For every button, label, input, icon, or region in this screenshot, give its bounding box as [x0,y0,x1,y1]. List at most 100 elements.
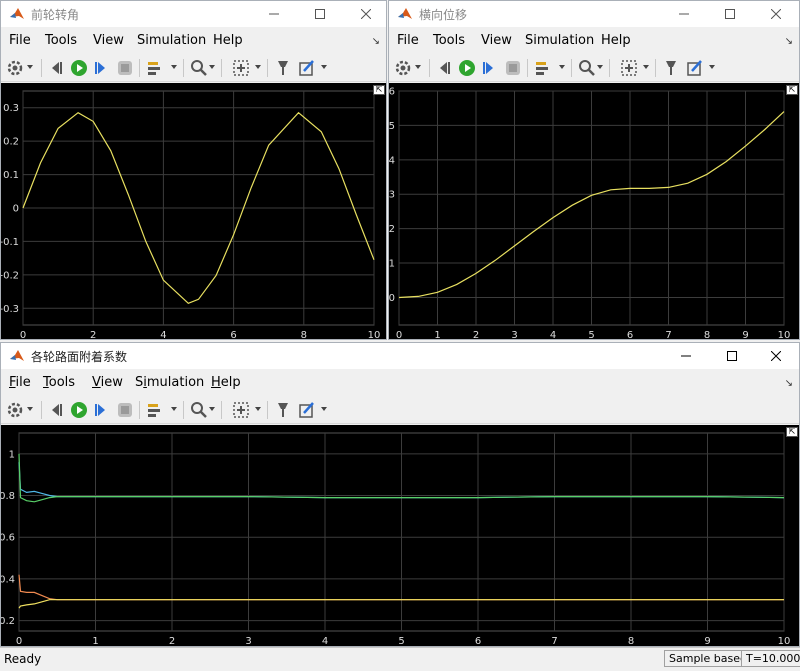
pin-button[interactable] [661,58,681,78]
dropdown-caret-icon[interactable] [255,65,261,69]
zoom-button[interactable] [189,58,209,78]
minimize-button[interactable] [661,1,707,27]
dropdown-caret-icon[interactable] [643,65,649,69]
highlight-button[interactable] [145,58,165,78]
menu-help[interactable]: Help [213,33,243,48]
dropdown-caret-icon[interactable] [209,65,215,69]
y-tick-label: 0.3 [3,103,19,114]
menu-file[interactable]: File [9,375,31,390]
zoom-button[interactable] [577,58,597,78]
configuration-button[interactable] [393,58,413,78]
step-forward-button[interactable] [479,58,499,78]
menu-help-rest: elp [220,375,241,390]
plot-area[interactable]: 0 1 2 3 4 5 6 7 8 9 10 6 5 4 3 2 1 0 ⇱ [389,83,799,340]
dropdown-caret-icon[interactable] [321,65,327,69]
dock-arrow-icon[interactable]: ↘ [372,36,380,47]
toolbar [389,55,799,82]
autoscale-button[interactable] [231,400,251,420]
stop-button[interactable] [503,58,523,78]
highlight-button[interactable] [533,58,553,78]
maximize-button[interactable] [709,343,755,369]
step-back-button[interactable] [435,58,455,78]
dropdown-caret-icon[interactable] [27,65,33,69]
step-forward-icon [95,62,105,74]
style-button[interactable] [297,400,317,420]
step-forward-button[interactable] [91,400,111,420]
plot-area[interactable]: 0 1 2 3 4 5 6 7 8 9 10 1 0.8 0.6 0.4 0.2 ⇱ [1,425,799,647]
step-back-button[interactable] [47,58,67,78]
x-tick-label: 2 [90,330,96,340]
dropdown-caret-icon[interactable] [171,65,177,69]
menu-simulation[interactable]: Simulation [137,33,206,48]
style-button[interactable] [685,58,705,78]
dropdown-caret-icon[interactable] [709,65,715,69]
x-tick-label: 10 [368,330,381,340]
menu-help[interactable]: Help [211,375,241,390]
dropdown-caret-icon[interactable] [559,65,565,69]
autoscale-button[interactable] [619,58,639,78]
highlight-button[interactable] [145,400,165,420]
x-tick-label: 3 [245,636,251,647]
undock-icon[interactable]: ⇱ [786,427,798,437]
configuration-button[interactable] [5,400,25,420]
minimize-button[interactable] [663,343,709,369]
plot-area[interactable]: 0 2 4 6 8 10 0.3 0.2 0.1 0 -0.1 -0.2 -0.3 ⇱ [1,83,386,340]
dropdown-caret-icon[interactable] [321,407,327,411]
run-button[interactable] [457,58,477,78]
autoscale-button[interactable] [231,58,251,78]
menu-view[interactable]: View [93,33,124,48]
close-button[interactable] [753,1,799,27]
menu-view-rest: iew [100,375,123,390]
autoscale-icon [233,402,249,418]
stop-button[interactable] [115,400,135,420]
menu-simulation[interactable]: Simulation [525,33,594,48]
pin-button[interactable] [273,400,293,420]
run-button[interactable] [69,58,89,78]
toolbar-separator [41,59,42,77]
maximize-button[interactable] [297,1,343,27]
configuration-button[interactable] [5,58,25,78]
dock-arrow-icon[interactable]: ↘ [785,378,793,389]
run-button[interactable] [69,400,89,420]
close-button[interactable] [753,343,799,369]
menu-tools[interactable]: Tools [45,33,77,48]
x-tick-label: 5 [588,330,594,340]
stop-button[interactable] [115,58,135,78]
menu-simulation[interactable]: Simulation [135,375,204,390]
undock-icon[interactable]: ⇱ [373,85,385,95]
menu-file[interactable]: File [9,33,31,48]
dropdown-caret-icon[interactable] [255,407,261,411]
scope-window-front-wheel: 前轮转角 File Tools View Simulation Help ↘ 0… [0,0,387,340]
close-button[interactable] [343,1,386,27]
undock-icon[interactable]: ⇱ [786,85,798,95]
dock-arrow-icon[interactable]: ↘ [785,36,793,47]
x-tick-label: 9 [704,636,710,647]
step-back-button[interactable] [47,400,67,420]
menu-tools[interactable]: Tools [43,375,75,390]
x-tick-label: 9 [742,330,748,340]
step-forward-button[interactable] [91,58,111,78]
highlight-icon [148,404,160,417]
minimize-button[interactable] [251,1,297,27]
menu-help[interactable]: Help [601,33,631,48]
title-bar[interactable]: 横向位移 [389,1,799,27]
style-button[interactable] [297,58,317,78]
menu-tools[interactable]: Tools [433,33,465,48]
title-bar[interactable]: 前轮转角 [1,1,386,27]
zoom-button[interactable] [189,400,209,420]
x-tick-label: 7 [551,636,557,647]
dropdown-caret-icon[interactable] [415,65,421,69]
menu-view[interactable]: View [481,33,512,48]
dropdown-caret-icon[interactable] [27,407,33,411]
title-bar[interactable]: 各轮路面附着系数 [1,343,799,369]
dropdown-caret-icon[interactable] [171,407,177,411]
style-icon [299,60,314,76]
pin-button[interactable] [273,58,293,78]
dropdown-caret-icon[interactable] [209,407,215,411]
x-tick-label: 10 [778,636,791,647]
close-icon [361,9,371,19]
menu-file[interactable]: File [397,33,419,48]
maximize-button[interactable] [707,1,753,27]
dropdown-caret-icon[interactable] [597,65,603,69]
menu-view[interactable]: View [92,375,123,390]
